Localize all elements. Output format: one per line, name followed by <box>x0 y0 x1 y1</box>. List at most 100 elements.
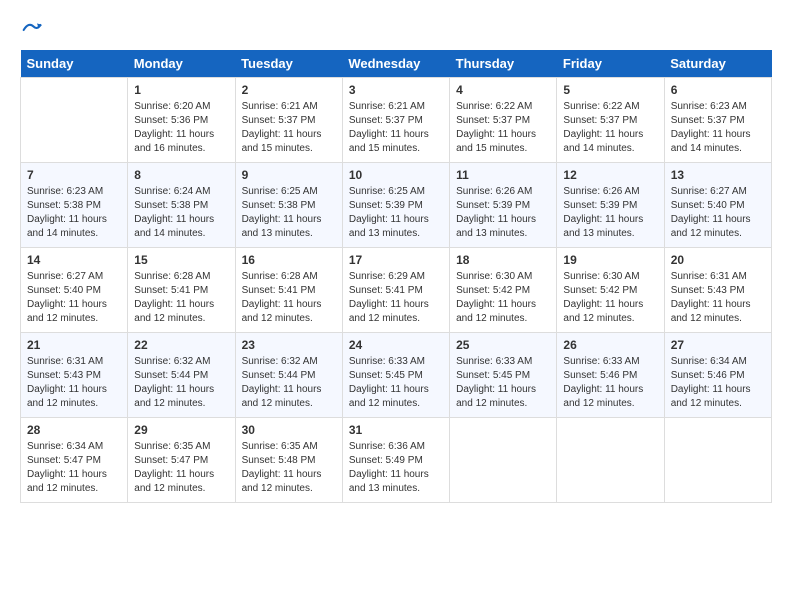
header-day-friday: Friday <box>557 50 664 78</box>
table-row: 26Sunrise: 6:33 AM Sunset: 5:46 PM Dayli… <box>557 333 664 418</box>
calendar-week-4: 21 Sunrise: 6:31 AM Sunset: 5:43 PM Dayli… <box>21 333 772 418</box>
day-number: 20 <box>671 253 765 267</box>
day-number: 8 <box>134 168 228 182</box>
table-row: 12 Sunrise: 6:26 AM Sunset: 5:39 PM Dayli… <box>557 163 664 248</box>
table-row: 2 Sunrise: 6:21 AM Sunset: 5:37 PM Daylig… <box>235 78 342 163</box>
day-number: 2 <box>242 83 336 97</box>
table-row: 6 Sunrise: 6:23 AM Sunset: 5:37 PM Daylig… <box>664 78 771 163</box>
day-info: Sunrise: 6:32 AM Sunset: 5:44 PM Dayligh… <box>242 355 336 411</box>
day-info: Sunrise: 6:36 AM Sunset: 5:49 PM Dayligh… <box>349 440 443 496</box>
day-info: Sunrise: 6:34 AM Sunset: 5:47 PM Dayligh… <box>27 440 121 496</box>
day-number: 9 <box>242 168 336 182</box>
table-row: 27 Sunrise: 6:34 AM Sunset: 5:46 PM Dayli… <box>664 333 771 418</box>
header-day-tuesday: Tuesday <box>235 50 342 78</box>
table-row <box>21 78 128 163</box>
calendar-week-5: 28 Sunrise: 6:34 AM Sunset: 5:47 PM Dayli… <box>21 418 772 503</box>
day-number: 10 <box>349 168 443 182</box>
day-info: Sunrise: 6:26 AM Sunset: 5:39 PM Dayligh… <box>456 185 550 241</box>
day-number: 7 <box>27 168 121 182</box>
table-row: 28 Sunrise: 6:34 AM Sunset: 5:47 PM Dayli… <box>21 418 128 503</box>
day-info: Sunrise: 6:34 AM Sunset: 5:46 PM Dayligh… <box>671 355 765 411</box>
calendar-table: SundayMondayTuesdayWednesdayThursdayFrid… <box>20 50 772 503</box>
table-row: 3 Sunrise: 6:21 AM Sunset: 5:37 PM Daylig… <box>342 78 449 163</box>
day-number: 12 <box>563 168 657 182</box>
table-row: 13 Sunrise: 6:27 AM Sunset: 5:40 PM Dayli… <box>664 163 771 248</box>
header-day-wednesday: Wednesday <box>342 50 449 78</box>
day-info: Sunrise: 6:26 AM Sunset: 5:39 PM Dayligh… <box>563 185 657 241</box>
table-row: 10 Sunrise: 6:25 AM Sunset: 5:39 PM Dayli… <box>342 163 449 248</box>
table-row: 11 Sunrise: 6:26 AM Sunset: 5:39 PM Dayli… <box>450 163 557 248</box>
day-number: 16 <box>242 253 336 267</box>
header-day-thursday: Thursday <box>450 50 557 78</box>
table-row: 14Sunrise: 6:27 AM Sunset: 5:40 PM Dayli… <box>21 248 128 333</box>
day-number: 17 <box>349 253 443 267</box>
table-row: 23 Sunrise: 6:32 AM Sunset: 5:44 PM Dayli… <box>235 333 342 418</box>
day-number: 26 <box>563 338 657 352</box>
table-row: 5Sunrise: 6:22 AM Sunset: 5:37 PM Daylig… <box>557 78 664 163</box>
day-info: Sunrise: 6:31 AM Sunset: 5:43 PM Dayligh… <box>27 355 121 411</box>
day-info: Sunrise: 6:23 AM Sunset: 5:38 PM Dayligh… <box>27 185 121 241</box>
day-number: 28 <box>27 423 121 437</box>
day-info: Sunrise: 6:35 AM Sunset: 5:48 PM Dayligh… <box>242 440 336 496</box>
day-info: Sunrise: 6:24 AM Sunset: 5:38 PM Dayligh… <box>134 185 228 241</box>
day-info: Sunrise: 6:33 AM Sunset: 5:45 PM Dayligh… <box>349 355 443 411</box>
day-number: 3 <box>349 83 443 97</box>
day-number: 22 <box>134 338 228 352</box>
day-number: 30 <box>242 423 336 437</box>
day-number: 19 <box>563 253 657 267</box>
table-row: 24 Sunrise: 6:33 AM Sunset: 5:45 PM Dayli… <box>342 333 449 418</box>
day-info: Sunrise: 6:23 AM Sunset: 5:37 PM Dayligh… <box>671 100 765 156</box>
table-row <box>557 418 664 503</box>
day-info: Sunrise: 6:25 AM Sunset: 5:39 PM Dayligh… <box>349 185 443 241</box>
table-row: 30 Sunrise: 6:35 AM Sunset: 5:48 PM Dayli… <box>235 418 342 503</box>
day-info: Sunrise: 6:28 AM Sunset: 5:41 PM Dayligh… <box>134 270 228 326</box>
calendar-header-row: SundayMondayTuesdayWednesdayThursdayFrid… <box>21 50 772 78</box>
table-row: 25 Sunrise: 6:33 AM Sunset: 5:45 PM Dayli… <box>450 333 557 418</box>
day-info: Sunrise: 6:30 AM Sunset: 5:42 PM Dayligh… <box>456 270 550 326</box>
day-info: Sunrise: 6:21 AM Sunset: 5:37 PM Dayligh… <box>349 100 443 156</box>
table-row: 15 Sunrise: 6:28 AM Sunset: 5:41 PM Dayli… <box>128 248 235 333</box>
page-header <box>20 20 772 40</box>
table-row: 31Sunrise: 6:36 AM Sunset: 5:49 PM Dayli… <box>342 418 449 503</box>
table-row: 16 Sunrise: 6:28 AM Sunset: 5:41 PM Dayli… <box>235 248 342 333</box>
day-number: 6 <box>671 83 765 97</box>
table-row: 29Sunrise: 6:35 AM Sunset: 5:47 PM Dayli… <box>128 418 235 503</box>
header-day-sunday: Sunday <box>21 50 128 78</box>
table-row: 22 Sunrise: 6:32 AM Sunset: 5:44 PM Dayli… <box>128 333 235 418</box>
table-row: 4Sunrise: 6:22 AM Sunset: 5:37 PM Daylig… <box>450 78 557 163</box>
day-number: 24 <box>349 338 443 352</box>
table-row: 20Sunrise: 6:31 AM Sunset: 5:43 PM Dayli… <box>664 248 771 333</box>
day-number: 21 <box>27 338 121 352</box>
table-row: 9 Sunrise: 6:25 AM Sunset: 5:38 PM Daylig… <box>235 163 342 248</box>
day-info: Sunrise: 6:35 AM Sunset: 5:47 PM Dayligh… <box>134 440 228 496</box>
day-number: 13 <box>671 168 765 182</box>
day-info: Sunrise: 6:33 AM Sunset: 5:45 PM Dayligh… <box>456 355 550 411</box>
day-number: 1 <box>134 83 228 97</box>
logo <box>20 20 42 40</box>
day-number: 15 <box>134 253 228 267</box>
day-info: Sunrise: 6:32 AM Sunset: 5:44 PM Dayligh… <box>134 355 228 411</box>
day-number: 27 <box>671 338 765 352</box>
day-info: Sunrise: 6:22 AM Sunset: 5:37 PM Dayligh… <box>456 100 550 156</box>
table-row: 18 Sunrise: 6:30 AM Sunset: 5:42 PM Dayli… <box>450 248 557 333</box>
table-row: 19 Sunrise: 6:30 AM Sunset: 5:42 PM Dayli… <box>557 248 664 333</box>
calendar-week-1: 1Sunrise: 6:20 AM Sunset: 5:36 PM Daylig… <box>21 78 772 163</box>
day-info: Sunrise: 6:30 AM Sunset: 5:42 PM Dayligh… <box>563 270 657 326</box>
logo-icon <box>22 20 42 40</box>
table-row: 17 Sunrise: 6:29 AM Sunset: 5:41 PM Dayli… <box>342 248 449 333</box>
day-info: Sunrise: 6:29 AM Sunset: 5:41 PM Dayligh… <box>349 270 443 326</box>
header-day-monday: Monday <box>128 50 235 78</box>
day-number: 5 <box>563 83 657 97</box>
day-number: 23 <box>242 338 336 352</box>
day-number: 18 <box>456 253 550 267</box>
day-info: Sunrise: 6:21 AM Sunset: 5:37 PM Dayligh… <box>242 100 336 156</box>
day-info: Sunrise: 6:28 AM Sunset: 5:41 PM Dayligh… <box>242 270 336 326</box>
day-number: 25 <box>456 338 550 352</box>
day-info: Sunrise: 6:27 AM Sunset: 5:40 PM Dayligh… <box>671 185 765 241</box>
table-row: 1Sunrise: 6:20 AM Sunset: 5:36 PM Daylig… <box>128 78 235 163</box>
day-number: 11 <box>456 168 550 182</box>
table-row: 7 Sunrise: 6:23 AM Sunset: 5:38 PM Daylig… <box>21 163 128 248</box>
table-row <box>450 418 557 503</box>
calendar-week-3: 14Sunrise: 6:27 AM Sunset: 5:40 PM Dayli… <box>21 248 772 333</box>
day-info: Sunrise: 6:25 AM Sunset: 5:38 PM Dayligh… <box>242 185 336 241</box>
